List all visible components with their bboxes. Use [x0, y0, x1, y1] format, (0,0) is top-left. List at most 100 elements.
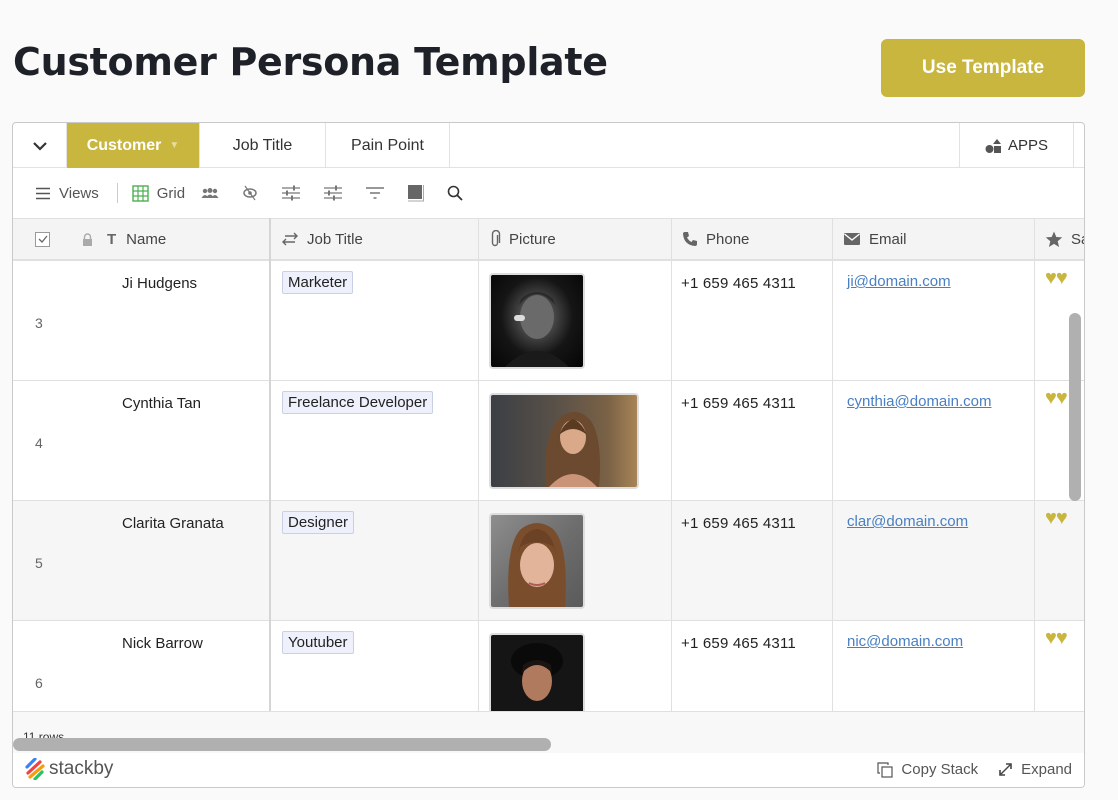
stackby-logo[interactable]: stackby: [23, 758, 113, 780]
column-label: Sa: [1071, 230, 1084, 248]
picture-cell[interactable]: [479, 261, 672, 380]
persona-photo[interactable]: [489, 273, 585, 369]
job-title-pill[interactable]: Freelance Developer: [282, 391, 434, 414]
persona-photo[interactable]: [489, 633, 585, 711]
heart-rating-icon[interactable]: ♥♥: [1045, 507, 1068, 530]
filter-icon[interactable]: [365, 186, 385, 200]
picture-cell[interactable]: [479, 501, 672, 620]
brand-name: stackby: [49, 758, 114, 779]
phone-value: +1 659 465 4311: [681, 515, 796, 532]
name-cell[interactable]: 3 Ji Hudgens: [13, 261, 269, 380]
email-link[interactable]: cynthia@domain.com: [847, 393, 991, 410]
email-cell[interactable]: nic@domain.com: [833, 621, 1035, 711]
name-cell[interactable]: 6 Nick Barrow: [13, 621, 269, 711]
expand-label: Expand: [1021, 761, 1072, 778]
name-cell[interactable]: 5 Clarita Granata: [13, 501, 269, 620]
views-button[interactable]: Views: [35, 185, 99, 202]
apps-button[interactable]: APPS: [959, 123, 1074, 168]
rating-cell[interactable]: ♥♥: [1035, 621, 1084, 711]
people-icon[interactable]: [201, 187, 219, 199]
embedded-stack: Customer ▼ Job Title Pain Point APPS Vie…: [12, 122, 1085, 788]
embed-footer: stackby Copy Stack Expand: [13, 753, 1084, 787]
name-cell[interactable]: 4 Cynthia Tan: [13, 381, 269, 500]
horizontal-scrollbar[interactable]: [13, 738, 551, 751]
chevron-down-icon: [32, 141, 47, 151]
views-label: Views: [59, 184, 99, 202]
copy-stack-button[interactable]: Copy Stack: [877, 761, 978, 778]
table-row[interactable]: 5 Clarita Granata Designer +1 659 465 43…: [13, 501, 1084, 621]
job-title-cell[interactable]: Marketer: [271, 261, 479, 380]
column-label: Phone: [706, 230, 750, 248]
table-tabs: Customer ▼ Job Title Pain Point APPS: [13, 123, 1084, 168]
expand-button[interactable]: Expand: [998, 761, 1072, 778]
stackby-logo-icon: [25, 758, 45, 780]
header-picture-column[interactable]: Picture: [479, 219, 672, 259]
page-title: Customer Persona Template: [13, 40, 608, 84]
phone-value: +1 659 465 4311: [681, 635, 796, 652]
tab-customer[interactable]: Customer ▼: [67, 123, 200, 168]
persona-photo[interactable]: [489, 513, 585, 609]
vertical-scrollbar[interactable]: [1069, 313, 1081, 501]
expand-icon: [999, 763, 1012, 776]
picture-cell[interactable]: [479, 621, 672, 711]
heart-rating-icon[interactable]: ♥♥: [1045, 387, 1068, 410]
email-link[interactable]: ji@domain.com: [847, 273, 951, 290]
job-title-cell[interactable]: Youtuber: [271, 621, 479, 711]
phone-cell[interactable]: +1 659 465 4311: [672, 621, 833, 711]
tab-label: Pain Point: [351, 136, 424, 154]
footer-actions: Copy Stack Expand: [877, 761, 1072, 778]
customer-name: Ji Hudgens: [122, 275, 198, 292]
header-phone-column[interactable]: Phone: [672, 219, 833, 259]
email-cell[interactable]: cynthia@domain.com: [833, 381, 1035, 500]
job-title-cell[interactable]: Designer: [271, 501, 479, 620]
grid-body: 3 Ji Hudgens Marketer +1 659 465 4311 ji…: [13, 261, 1084, 711]
header-name-column[interactable]: T Name: [13, 219, 269, 259]
email-cell[interactable]: clar@domain.com: [833, 501, 1035, 620]
header-job-title-column[interactable]: Job Title: [271, 219, 479, 259]
grid-view-button[interactable]: Grid: [132, 185, 185, 202]
job-title-pill[interactable]: Designer: [282, 511, 355, 534]
tab-pain-point[interactable]: Pain Point: [326, 123, 450, 168]
table-row[interactable]: 3 Ji Hudgens Marketer +1 659 465 4311 ji…: [13, 261, 1084, 381]
customer-name: Clarita Granata: [122, 515, 224, 532]
collapse-tabs-button[interactable]: [13, 123, 67, 168]
phone-cell[interactable]: +1 659 465 4311: [672, 501, 833, 620]
phone-cell[interactable]: +1 659 465 4311: [672, 261, 833, 380]
job-title-pill[interactable]: Youtuber: [282, 631, 354, 654]
email-cell[interactable]: ji@domain.com: [833, 261, 1035, 380]
row-number: 4: [35, 435, 43, 451]
sliders-icon[interactable]: [323, 185, 343, 201]
hide-fields-icon[interactable]: [241, 185, 259, 201]
phone-cell[interactable]: +1 659 465 4311: [672, 381, 833, 500]
sliders-icon[interactable]: [281, 185, 301, 201]
frozen-column-divider[interactable]: [269, 218, 271, 753]
use-template-button[interactable]: Use Template: [881, 39, 1085, 97]
heart-rating-icon[interactable]: ♥♥: [1045, 627, 1068, 650]
persona-photo[interactable]: [489, 393, 639, 489]
phone-icon: [683, 232, 697, 246]
heart-rating-icon[interactable]: ♥♥: [1045, 267, 1068, 290]
picture-cell[interactable]: [479, 381, 672, 500]
row-color-icon[interactable]: [407, 184, 425, 202]
email-link[interactable]: clar@domain.com: [847, 513, 968, 530]
column-label: Email: [869, 230, 907, 248]
job-title-pill[interactable]: Marketer: [282, 271, 354, 294]
grid-icon: [132, 184, 149, 202]
email-link[interactable]: nic@domain.com: [847, 633, 963, 650]
select-all-checkbox[interactable]: [35, 231, 50, 247]
tab-job-title[interactable]: Job Title: [200, 123, 326, 168]
paperclip-icon: [491, 230, 501, 247]
rating-cell[interactable]: ♥♥: [1035, 501, 1084, 620]
table-row[interactable]: 6 Nick Barrow Youtuber +1 659 465 4311 n…: [13, 621, 1084, 711]
grid-header: T Name Job Title Picture Phone Email Sa: [13, 218, 1084, 261]
table-row[interactable]: 4 Cynthia Tan Freelance Developer +1 659…: [13, 381, 1084, 501]
job-title-cell[interactable]: Freelance Developer: [271, 381, 479, 500]
header-rating-column[interactable]: Sa: [1035, 219, 1084, 259]
row-number: 6: [35, 675, 43, 691]
toolbar-divider: [116, 183, 118, 203]
caret-down-icon: ▼: [169, 140, 180, 151]
header-email-column[interactable]: Email: [833, 219, 1035, 259]
search-icon[interactable]: [447, 185, 463, 201]
view-toolbar: Views Grid: [13, 168, 1084, 218]
row-number: 5: [35, 555, 43, 571]
